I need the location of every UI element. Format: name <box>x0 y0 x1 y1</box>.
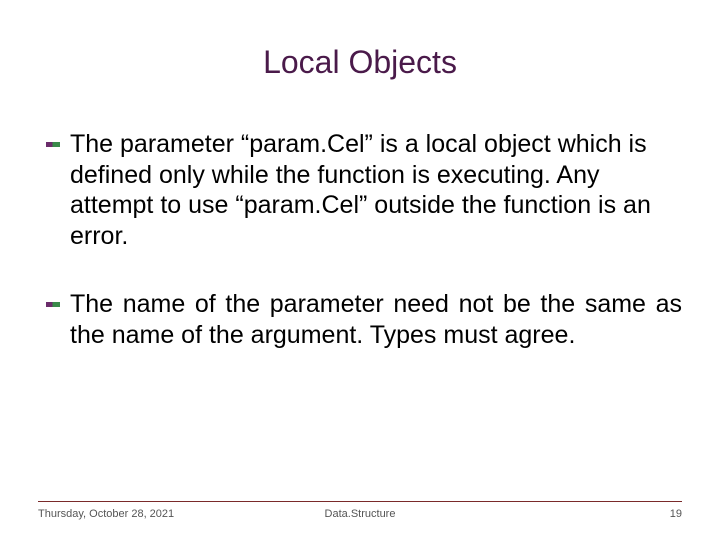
footer-divider <box>38 501 682 502</box>
slide: Local Objects The parameter “param.Cel” … <box>0 0 720 540</box>
slide-content: The parameter “param.Cel” is a local obj… <box>38 129 682 350</box>
bullet-text: The parameter “param.Cel” is a local obj… <box>70 129 682 251</box>
footer-center-text: Data.Structure <box>253 508 468 520</box>
footer-row: Thursday, October 28, 2021 Data.Structur… <box>38 508 682 520</box>
footer-date: Thursday, October 28, 2021 <box>38 508 253 520</box>
slide-footer: Thursday, October 28, 2021 Data.Structur… <box>38 501 682 520</box>
footer-page-number: 19 <box>467 508 682 520</box>
slide-title: Local Objects <box>38 44 682 81</box>
bullet-item: The parameter “param.Cel” is a local obj… <box>46 129 682 251</box>
bullet-marker-icon <box>46 302 60 307</box>
bullet-item: The name of the parameter need not be th… <box>46 289 682 350</box>
bullet-text: The name of the parameter need not be th… <box>70 289 682 350</box>
bullet-marker-icon <box>46 142 60 147</box>
